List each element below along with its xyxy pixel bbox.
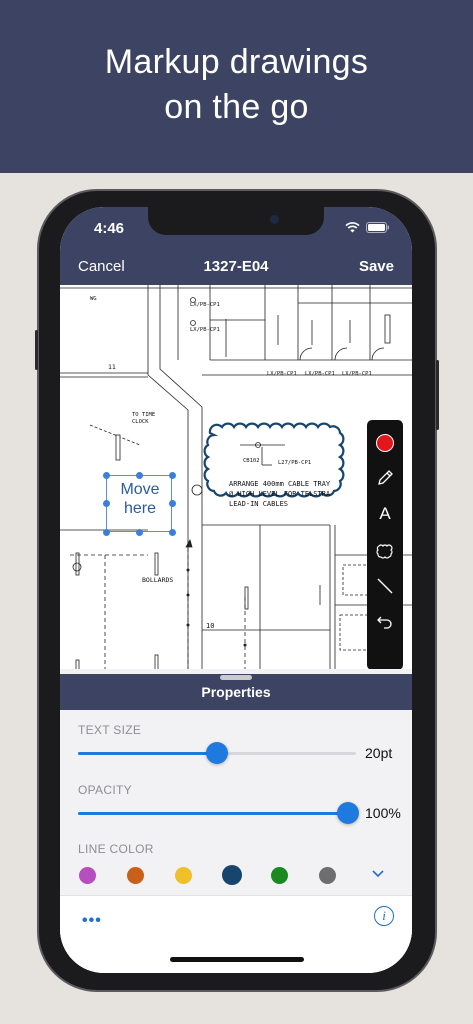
hero-banner: Markup drawings on the go	[0, 0, 473, 173]
line-color-swatches	[79, 865, 399, 886]
opacity-slider[interactable]	[78, 802, 359, 824]
nav-bar: Cancel 1327-E04 Save	[60, 251, 412, 285]
cloud-note-text: ARRANGE 400mm CABLE TRAY @ HIGH LEVEL FO…	[229, 480, 331, 508]
undo-tool[interactable]	[367, 605, 403, 637]
resize-handle[interactable]	[168, 471, 176, 479]
text-size-slider[interactable]	[78, 742, 356, 764]
label-lx-3: LX/PB-CP1	[267, 371, 297, 377]
opacity-label: OPACITY	[78, 783, 132, 797]
line-tool[interactable]	[367, 570, 403, 602]
label-lx-5: LX/PB-CP1	[342, 371, 372, 377]
resize-handle[interactable]	[102, 499, 110, 507]
resize-handle[interactable]	[102, 528, 110, 536]
color-tool[interactable]	[367, 427, 403, 459]
label-bollards: BOLLARDS	[142, 576, 174, 584]
color-swatch[interactable]	[127, 867, 144, 884]
pen-tool[interactable]	[367, 462, 403, 494]
undo-icon	[377, 616, 392, 629]
phone-volume-button	[35, 330, 38, 370]
cloud-shape-icon	[376, 544, 393, 559]
color-swatch[interactable]	[175, 867, 192, 884]
text-size-knob[interactable]	[206, 742, 228, 764]
opacity-knob[interactable]	[337, 802, 359, 824]
resize-handle[interactable]	[168, 528, 176, 536]
phone-notch	[148, 207, 324, 235]
text-annotation[interactable]: Move here	[106, 475, 172, 532]
color-swatch[interactable]	[271, 867, 288, 884]
drawing-canvas[interactable]: WG LX/PB-CP1 LX/PB-CP1 LX/PB-CP1 LX/PB-C…	[60, 285, 412, 676]
text-size-value: 20pt	[365, 745, 393, 761]
home-indicator	[170, 957, 304, 962]
info-icon[interactable]: i	[374, 906, 394, 926]
phone-side-button	[436, 360, 439, 430]
label-lx-1: LX/PB-CP1	[190, 302, 220, 308]
chevron-down-icon[interactable]	[371, 869, 385, 879]
opacity-fill	[78, 812, 348, 815]
front-camera	[270, 215, 279, 224]
status-icons	[345, 222, 390, 233]
opacity-value: 100%	[365, 805, 401, 821]
red-dot-icon	[376, 434, 394, 452]
hero-title: Markup drawings on the go	[104, 43, 369, 126]
line-color-label: LINE COLOR	[78, 842, 154, 856]
label-l27: L27/PB-CP1	[278, 460, 312, 466]
label-wg: WG	[90, 296, 97, 302]
label-time-clock: TO TIME CLOCK	[132, 412, 156, 425]
text-size-label: TEXT SIZE	[78, 723, 142, 737]
more-button[interactable]: •••	[82, 912, 102, 930]
text-tool[interactable]: A	[367, 498, 403, 530]
phone-screen: 4:46 Cancel 1327-E04 Save WG LX/PB-CP1 L…	[60, 207, 412, 973]
resize-handle[interactable]	[135, 528, 143, 536]
resize-handle[interactable]	[135, 471, 143, 479]
status-time: 4:46	[94, 220, 125, 237]
battery-icon	[366, 222, 389, 233]
color-swatch[interactable]	[79, 867, 96, 884]
wifi-icon	[345, 222, 360, 233]
pencil-icon	[378, 470, 393, 485]
text-size-fill	[78, 752, 217, 755]
resize-handle[interactable]	[168, 499, 176, 507]
label-room-10: 10	[206, 622, 215, 630]
resize-handle[interactable]	[102, 471, 110, 479]
line-icon	[377, 578, 393, 594]
color-swatch[interactable]	[319, 867, 336, 884]
label-lx-2: LX/PB-CP1	[190, 327, 220, 333]
color-swatch[interactable]	[221, 865, 242, 885]
cloud-tool[interactable]	[367, 535, 403, 567]
markup-toolbar: A	[367, 420, 403, 670]
text-icon: A	[379, 504, 391, 523]
label-lx-4: LX/PB-CP1	[305, 371, 335, 377]
label-cb102: CB102	[243, 458, 260, 464]
label-room-11: 11	[108, 363, 116, 371]
sheet-drag-handle[interactable]	[220, 675, 252, 680]
text-annotation-content: Move here	[120, 481, 160, 517]
save-button[interactable]: Save	[359, 258, 394, 275]
